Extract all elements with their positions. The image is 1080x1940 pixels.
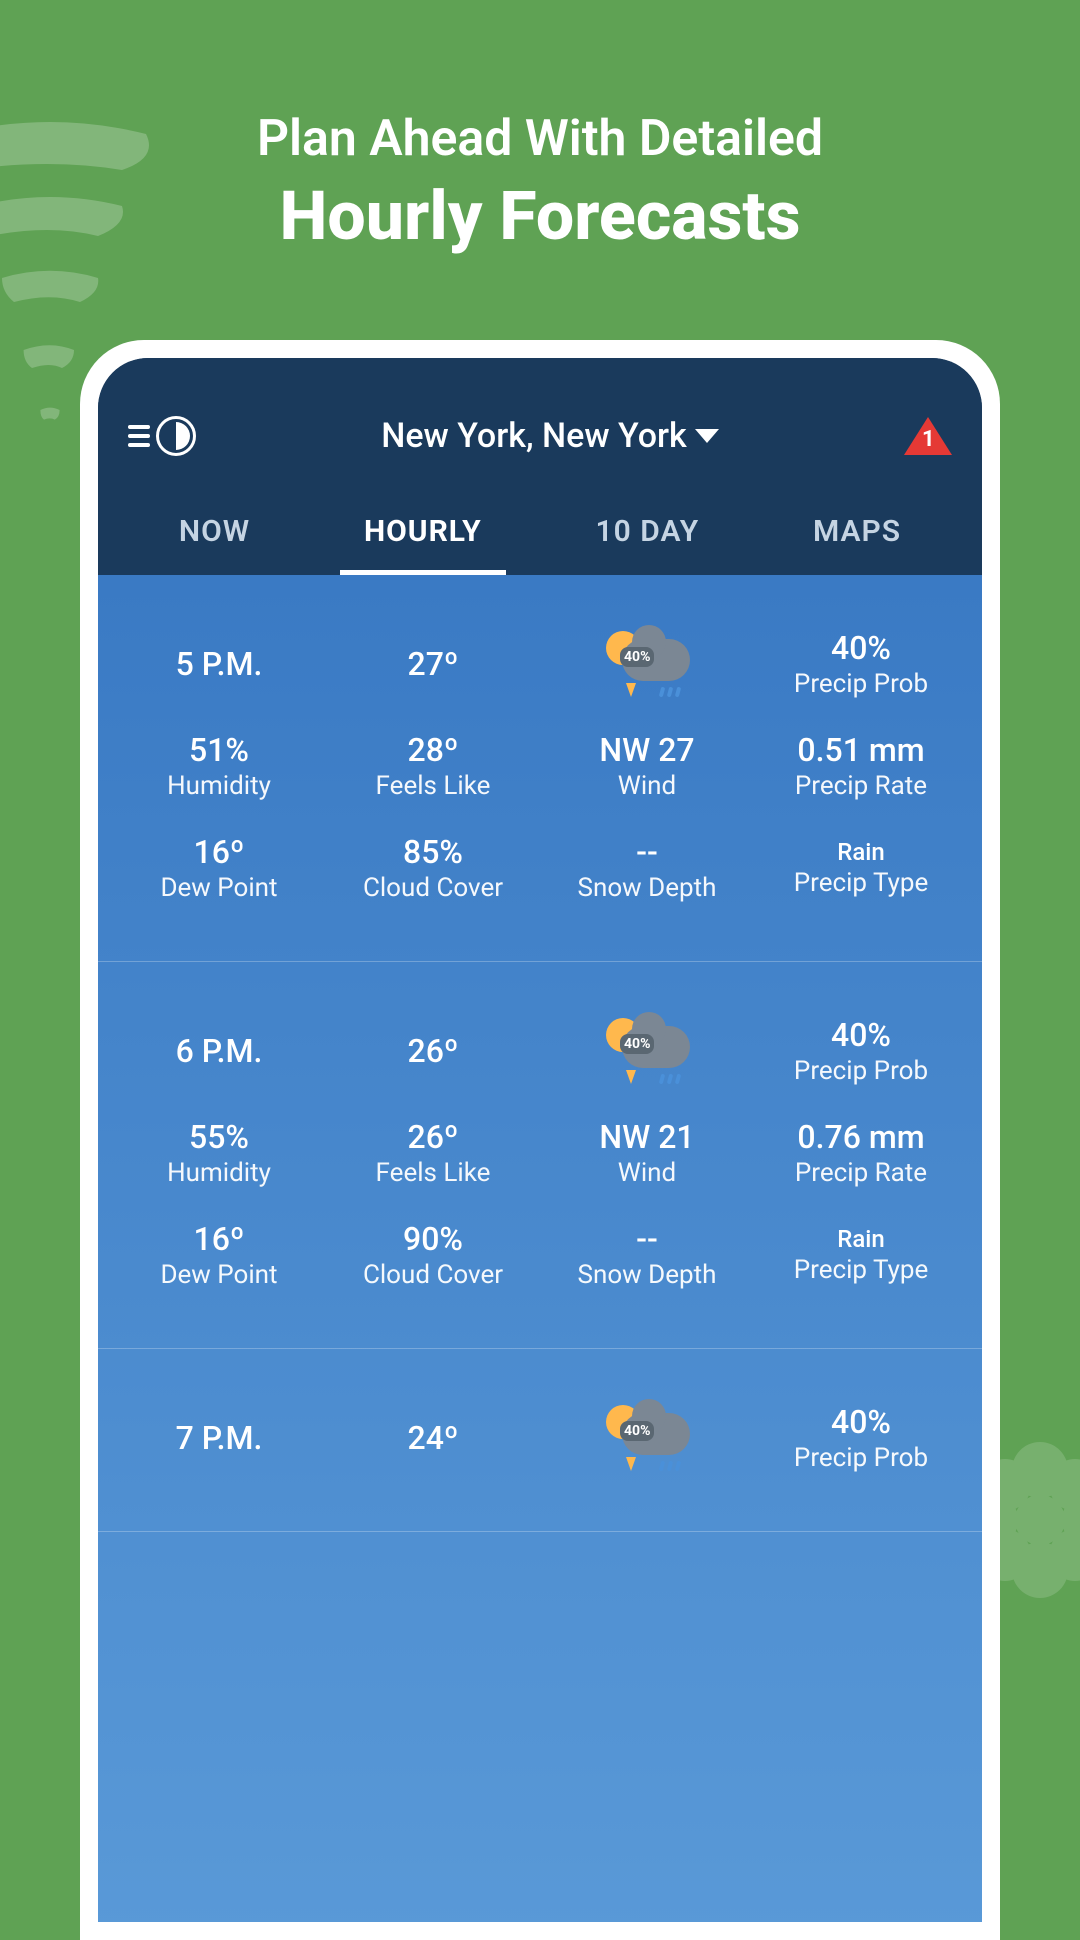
feels-like-label: Feels Like [376,771,491,801]
phone-frame: New York, New York 1 NOW HOURLY 10 DAY M… [80,340,1000,1940]
precip-prob-value: 40% [831,1403,891,1441]
hour-temp: 24º [326,1419,540,1457]
precip-type-value: Rain [837,1225,885,1253]
precip-rate-value: 0.51 mm [797,731,924,769]
snow-depth-label: Snow Depth [578,873,717,903]
dew-point-label: Dew Point [160,1260,277,1290]
alert-count: 1 [922,427,935,452]
thunderstorm-icon: 40% [602,1403,692,1473]
wind-value: NW 21 [599,1118,694,1156]
cloud-cover-label: Cloud Cover [363,1260,503,1290]
wind-label: Wind [618,1158,676,1188]
weatherbug-logo-icon [156,416,196,456]
hour-temp: 26º [326,1032,540,1070]
precip-rate-label: Precip Rate [795,771,927,801]
precip-rate-label: Precip Rate [795,1158,927,1188]
chevron-down-icon [695,429,719,443]
hour-time: 6 P.M. [112,1032,326,1070]
humidity-label: Humidity [167,1158,271,1188]
wind-value: NW 27 [599,731,694,769]
precip-type-label: Precip Type [794,868,929,898]
dew-point-value: 16º [194,1220,245,1258]
menu-button[interactable] [128,416,196,456]
tab-10day[interactable]: 10 DAY [580,514,716,575]
precip-type-value: Rain [837,838,885,866]
dew-point-value: 16º [194,833,245,871]
wind-label: Wind [618,771,676,801]
snow-depth-value: -- [636,1220,658,1258]
thunderstorm-icon: 40% [602,1016,692,1086]
thunderstorm-icon: 40% [602,629,692,699]
cloud-cover-label: Cloud Cover [363,873,503,903]
tab-maps[interactable]: MAPS [797,514,917,575]
tab-hourly[interactable]: HOURLY [348,514,498,575]
precip-type-label: Precip Type [794,1255,929,1285]
hour-time: 7 P.M. [112,1419,326,1457]
feels-like-value: 26º [408,1118,459,1156]
location-selector[interactable]: New York, New York [381,416,719,456]
hour-time: 5 P.M. [112,645,326,683]
tabs: NOW HOURLY 10 DAY MAPS [122,484,958,575]
dew-point-label: Dew Point [160,873,277,903]
hamburger-icon [128,425,150,447]
phone-screen: New York, New York 1 NOW HOURLY 10 DAY M… [98,358,982,1922]
feels-like-label: Feels Like [376,1158,491,1188]
humidity-value: 55% [189,1118,249,1156]
precip-prob-value: 40% [831,1016,891,1054]
precip-prob-label: Precip Prob [794,669,928,699]
hourly-block[interactable]: 6 P.M. 26º 40% 40% Precip Prob [98,962,982,1349]
snow-depth-value: -- [636,833,658,871]
hourly-block[interactable]: 7 P.M. 24º 40% 40% Precip Prob [98,1349,982,1532]
feels-like-value: 28º [408,731,459,769]
humidity-label: Humidity [167,771,271,801]
precip-prob-value: 40% [831,629,891,667]
snow-depth-label: Snow Depth [578,1260,717,1290]
hourly-block[interactable]: 5 P.M. 27º 40% 40% Precip Prob [98,575,982,962]
location-name: New York, New York [381,416,687,456]
alert-badge[interactable]: 1 [904,417,952,455]
humidity-value: 51% [189,731,249,769]
app-header: New York, New York 1 NOW HOURLY 10 DAY M… [98,358,982,575]
precip-rate-value: 0.76 mm [797,1118,924,1156]
tab-now[interactable]: NOW [163,514,266,575]
cloud-cover-value: 85% [403,833,463,871]
hourly-forecast-list[interactable]: 5 P.M. 27º 40% 40% Precip Prob [98,575,982,1922]
cloud-cover-value: 90% [403,1220,463,1258]
hour-temp: 27º [326,645,540,683]
precip-prob-label: Precip Prob [794,1443,928,1473]
precip-prob-label: Precip Prob [794,1056,928,1086]
